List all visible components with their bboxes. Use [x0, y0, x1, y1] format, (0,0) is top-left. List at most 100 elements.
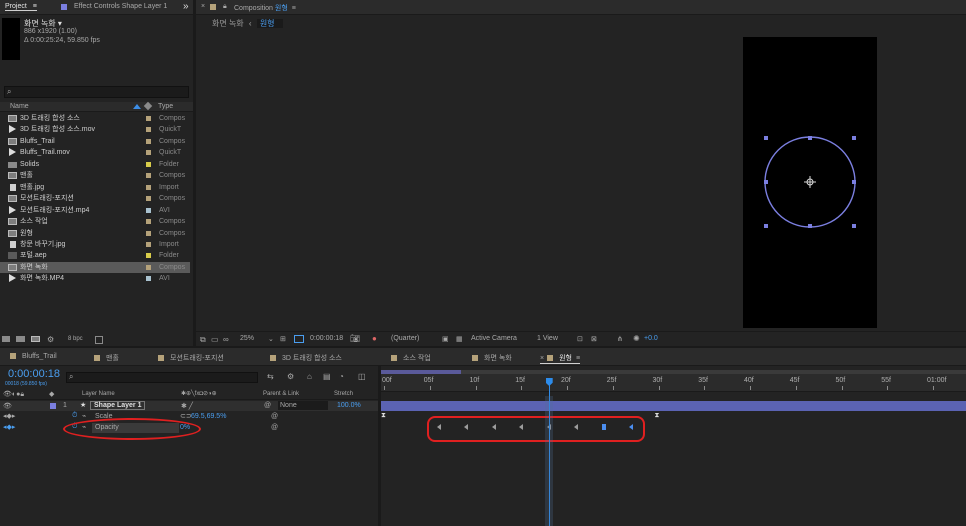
- list-item[interactable]: 모션트래킹-포지션 Compos: [0, 193, 190, 204]
- label-color-swatch[interactable]: [146, 116, 151, 121]
- shy-layers-icon[interactable]: ⌂: [307, 372, 312, 381]
- tab-menu-icon[interactable]: ≡: [576, 355, 580, 362]
- label-color-swatch[interactable]: [146, 207, 151, 213]
- comp-mini-flowchart-icon[interactable]: ⇆: [267, 372, 274, 381]
- layer-label-swatch[interactable]: [50, 403, 56, 409]
- label-color-swatch[interactable]: [146, 230, 151, 236]
- composition-menu-icon[interactable]: ≡: [292, 5, 296, 12]
- project-search-input[interactable]: ⌕: [4, 86, 189, 98]
- snapshot-icon[interactable]: 📷︎: [350, 334, 360, 343]
- label-color-swatch[interactable]: [146, 150, 151, 156]
- breadcrumb-item-current[interactable]: 원형: [256, 19, 283, 28]
- timeline-tab[interactable]: Bluffs_Trail: [10, 353, 57, 360]
- draft-3d-icon[interactable]: ⚙: [287, 372, 294, 381]
- label-color-swatch[interactable]: [146, 173, 151, 179]
- fit-icon[interactable]: ⊞: [280, 335, 286, 343]
- exposure-reset-icon[interactable]: ✺: [633, 334, 640, 343]
- resolution-select[interactable]: (Quarter): [391, 335, 419, 342]
- timeline-search-input[interactable]: ⌕: [66, 372, 258, 383]
- always-preview-icon[interactable]: ⧉: [200, 335, 206, 345]
- zoom-select[interactable]: 25%: [240, 335, 254, 342]
- label-color-swatch[interactable]: [146, 219, 151, 225]
- property-value-scale[interactable]: 69.5,69.5%: [191, 413, 226, 420]
- project-settings-icon[interactable]: ⚙: [47, 335, 54, 344]
- constrain-link-icon[interactable]: ⊂⊃: [180, 412, 192, 420]
- shape-layer-graphic[interactable]: [743, 37, 877, 328]
- column-stretch[interactable]: Stretch: [334, 391, 353, 397]
- bpc-label[interactable]: 8 bpc: [68, 336, 83, 342]
- expression-pickwhip-icon[interactable]: @: [271, 413, 278, 420]
- monitor-icon[interactable]: ▭: [211, 335, 219, 344]
- in-point-marker[interactable]: ⧗: [381, 412, 386, 420]
- timeline-tab[interactable]: × 원형 ≡: [540, 353, 581, 364]
- exposure-value[interactable]: +0.0: [644, 335, 658, 342]
- column-type-header[interactable]: Type: [158, 103, 173, 110]
- channel-icon[interactable]: ●: [372, 334, 377, 343]
- vr-icon[interactable]: ∞: [223, 335, 229, 344]
- timeline-graph-area[interactable]: 00f 05f 10f 15f 20f 25f 30f 35f 40f 45f 50f 55f 01:0…: [381, 366, 966, 526]
- layer-switches[interactable]: ✱ ╱: [181, 402, 193, 410]
- mask-toggle-icon[interactable]: [294, 335, 304, 343]
- list-item[interactable]: Bluffs_Trail Compos: [0, 136, 190, 147]
- motion-blur-icon[interactable]: ◔: [339, 372, 344, 381]
- tab-composition[interactable]: Composition 원형 ≡: [234, 3, 296, 13]
- list-item[interactable]: 포털.aep Folder: [0, 250, 190, 261]
- interpret-footage-icon[interactable]: [2, 336, 10, 342]
- tab-project[interactable]: Project ≡: [5, 3, 37, 11]
- layer-duration-bar[interactable]: [381, 401, 966, 411]
- new-comp-icon[interactable]: [31, 336, 40, 342]
- frame-blending-icon[interactable]: ▤: [323, 372, 331, 381]
- label-color-swatch[interactable]: [146, 253, 151, 259]
- close-icon[interactable]: ×: [540, 355, 544, 362]
- list-item[interactable]: 원형 Compos: [0, 228, 190, 239]
- timeline-tab[interactable]: 3D 트래킹 합성 소스: [270, 353, 342, 363]
- keyframe-nav-icon[interactable]: ◂◆▸: [3, 423, 15, 431]
- column-parent[interactable]: Parent & Link: [263, 391, 299, 397]
- visibility-icon[interactable]: 👁︎: [3, 402, 12, 410]
- lock-icon[interactable]: 🔒︎: [223, 3, 227, 11]
- layer-name[interactable]: Shape Layer 1: [90, 401, 146, 410]
- toggle-pixel-icon[interactable]: ⊡: [577, 335, 583, 343]
- stretch-value[interactable]: 100.0%: [337, 402, 361, 409]
- list-item[interactable]: 화면 녹화 Compos: [0, 261, 190, 273]
- list-item[interactable]: 화면 녹화.MP4 AVI: [0, 273, 190, 284]
- label-color-swatch[interactable]: [146, 161, 151, 167]
- comp-canvas[interactable]: [743, 37, 877, 328]
- list-item[interactable]: 창문 바꾸기.jpg Import: [0, 239, 190, 250]
- new-folder-icon[interactable]: [16, 336, 25, 342]
- label-color-swatch[interactable]: [146, 276, 151, 282]
- label-color-swatch[interactable]: [146, 264, 151, 270]
- graph-editor-icon[interactable]: ◫: [358, 372, 366, 381]
- scale-keyframe-marker[interactable]: ⧗: [655, 412, 660, 420]
- tab-effect-controls[interactable]: Effect Controls Shape Layer 1: [74, 3, 167, 10]
- flowchart-icon[interactable]: ⋔: [617, 335, 623, 343]
- region-icon[interactable]: ▣: [442, 335, 449, 343]
- column-name-header[interactable]: Name: [10, 103, 29, 110]
- sort-ascending-icon[interactable]: [133, 104, 141, 109]
- breadcrumb-item-parent[interactable]: 화면 녹화: [212, 19, 244, 28]
- timeline-tab[interactable]: 소스 작업: [391, 353, 431, 363]
- trash-icon[interactable]: [95, 336, 103, 344]
- list-item[interactable]: 모션트래킹-포지션.mp4 AVI: [0, 205, 190, 216]
- parent-select[interactable]: None: [278, 401, 328, 410]
- label-color-swatch[interactable]: [146, 138, 151, 144]
- label-color-swatch[interactable]: [146, 127, 151, 133]
- expression-pickwhip-icon[interactable]: @: [271, 424, 278, 431]
- list-item[interactable]: 3D 트래킹 합성 소스 Compos: [0, 113, 190, 124]
- list-item[interactable]: 맨홀.jpg Import: [0, 182, 190, 193]
- list-item[interactable]: 3D 트래킹 합성 소스.mov QuickT: [0, 124, 190, 135]
- label-color-swatch[interactable]: [146, 241, 151, 247]
- label-color-swatch[interactable]: [146, 184, 151, 190]
- transparency-grid-icon[interactable]: ▦: [456, 335, 463, 343]
- view-layout-select[interactable]: 1 View: [537, 335, 558, 342]
- pickwhip-icon[interactable]: @: [264, 402, 271, 409]
- list-item[interactable]: 맨홀 Compos: [0, 170, 190, 181]
- camera-select[interactable]: Active Camera: [471, 335, 517, 342]
- column-layer-name[interactable]: Layer Name: [82, 391, 115, 397]
- project-menu-icon[interactable]: ≡: [33, 3, 37, 10]
- chevron-down-icon[interactable]: ⌄: [268, 335, 274, 343]
- panel-overflow-icon[interactable]: »: [183, 1, 189, 12]
- stopwatch-icon[interactable]: ⏱︎: [72, 412, 77, 420]
- graph-icon[interactable]: ⌁: [82, 412, 86, 420]
- list-item[interactable]: Solids Folder: [0, 159, 190, 170]
